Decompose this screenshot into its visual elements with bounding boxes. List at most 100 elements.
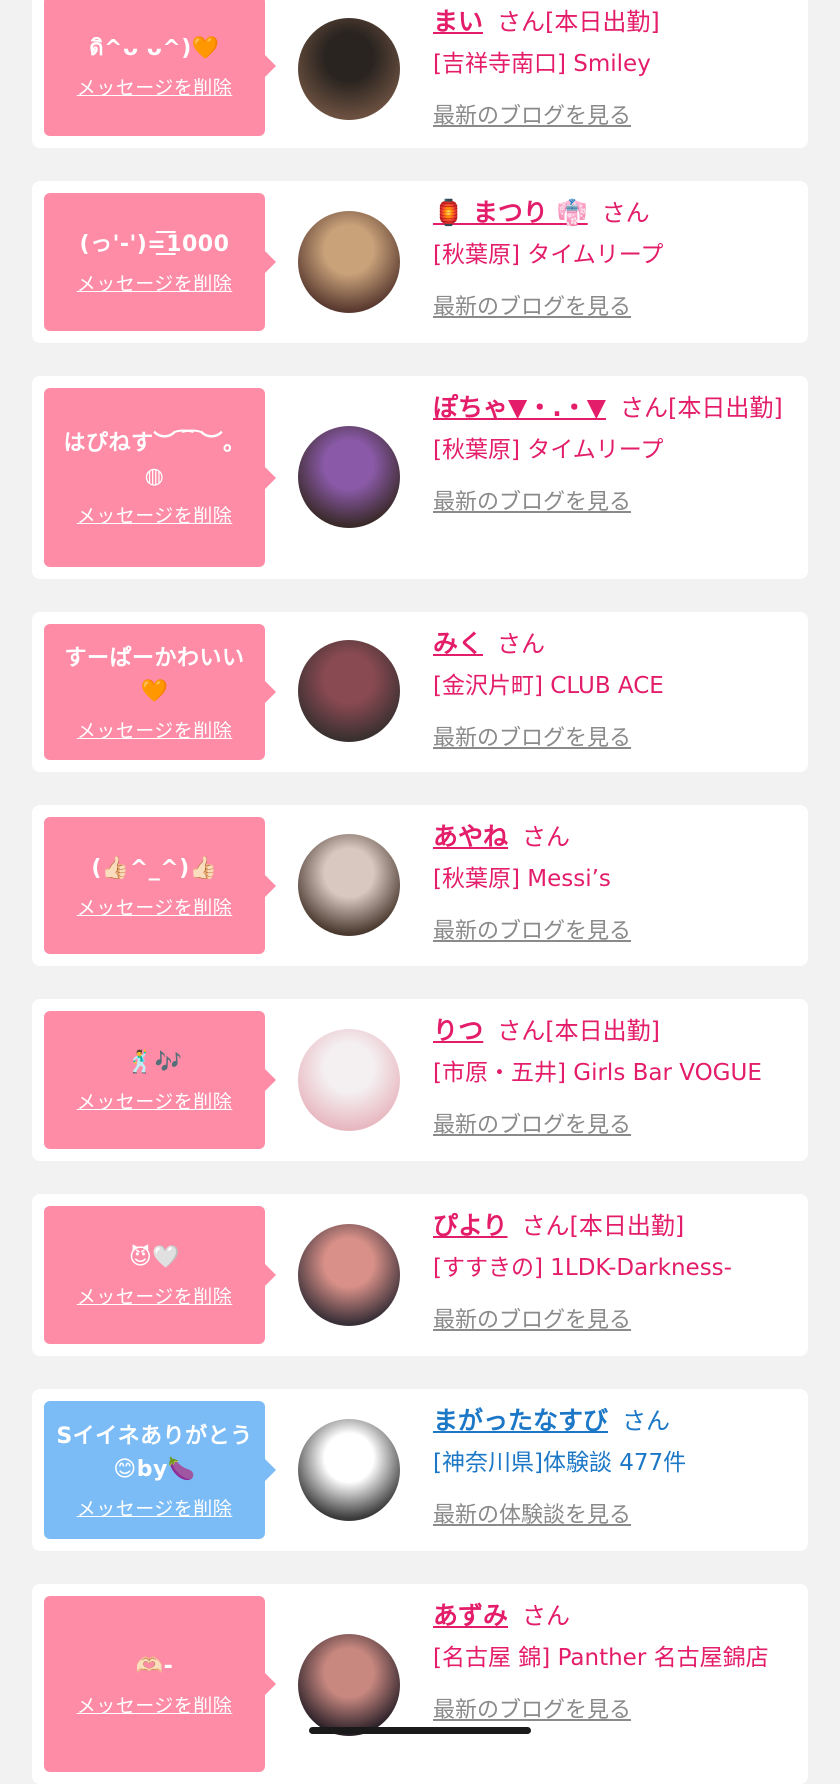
latest-blog-link[interactable]: 最新のブログを見る <box>433 484 631 516</box>
profile-name-link[interactable]: 🏮 まつり 👘 <box>433 198 588 227</box>
profile-name-link[interactable]: まがったなすび <box>433 1406 608 1435</box>
delete-message-link[interactable]: メッセージを削除 <box>77 269 233 296</box>
message-text: (っ'-')=͟͟͞͞1000 <box>79 232 230 257</box>
message-card: 😈🤍 メッセージを削除 ぴより さん[本日出勤] [すすきの] 1LDK-Darknes… <box>32 1194 808 1356</box>
shop-name: [秋葉原] Messi’s <box>433 866 611 892</box>
delete-message-link[interactable]: メッセージを削除 <box>77 73 233 100</box>
message-card: はぴねす︶ ͡ ͡ ︶。◍ メッセージを削除 ぽちゃ▼・.・▼ さん[本日出勤] [秋葉… <box>32 376 808 579</box>
name-line: 🏮 まつり 👘 さん <box>433 193 788 233</box>
latest-blog-link[interactable]: 最新のブログを見る <box>433 1302 631 1334</box>
message-text: すーぱーかわいい🧡 <box>64 645 245 704</box>
latest-blog-link[interactable]: 最新のブログを見る <box>433 720 631 752</box>
shop-name: [すすきの] 1LDK-Darkness- <box>433 1255 732 1281</box>
message-text: ดิ^ᴗ ᴗ^)🧡 <box>89 36 220 61</box>
delete-message-link[interactable]: メッセージを削除 <box>77 501 233 528</box>
message-card: 🕺🎶 メッセージを削除 りつ さん[本日出勤] [市原・五井] Girls Bar VO… <box>32 999 808 1161</box>
delete-message-link[interactable]: メッセージを削除 <box>77 1691 233 1718</box>
shop-name: [秋葉原] タイムリープ <box>433 437 664 463</box>
honorific-status: さん <box>522 823 571 851</box>
avatar[interactable] <box>298 1419 400 1521</box>
profile-info: みく さん [金沢片町] CLUB ACE 最新のブログを見る <box>433 624 788 752</box>
honorific-status: さん[本日出勤] <box>619 394 783 422</box>
shop-name: [吉祥寺南口] Smiley <box>433 51 651 77</box>
shop-name: [市原・五井] Girls Bar VOGUE <box>433 1060 762 1086</box>
message-card: (っ'-')=͟͟͞͞1000 メッセージを削除 🏮 まつり 👘 さん [秋葉原] タイ… <box>32 181 808 343</box>
avatar[interactable] <box>298 1029 400 1131</box>
message-text: 😈🤍 <box>128 1245 181 1270</box>
profile-info: あやね さん [秋葉原] Messi’s 最新のブログを見る <box>433 817 788 945</box>
message-card: すーぱーかわいい🧡 メッセージを削除 みく さん [金沢片町] CLUB ACE 最新のブ… <box>32 612 808 772</box>
profile-name-link[interactable]: りつ <box>433 1016 483 1045</box>
message-text: 🕺🎶 <box>126 1050 183 1075</box>
message-bubble: はぴねす︶ ͡ ͡ ︶。◍ メッセージを削除 <box>44 388 276 567</box>
avatar[interactable] <box>298 834 400 936</box>
name-line: まがったなすび さん <box>433 1401 788 1441</box>
message-text: Sイイネありがとう😊by🍆 <box>56 1423 253 1482</box>
delete-message-link[interactable]: メッセージを削除 <box>77 1494 233 1521</box>
name-line: りつ さん[本日出勤] <box>433 1011 788 1051</box>
name-line: まい さん[本日出勤] <box>433 2 788 42</box>
message-bubble: 🕺🎶 メッセージを削除 <box>44 1011 276 1149</box>
profile-info: あずみ さん [名古屋 錦] Panther 名古屋錦店最新のブログを見る <box>433 1596 788 1724</box>
profile-name-link[interactable]: ぽちゃ▼・.・▼ <box>433 393 606 422</box>
honorific-status: さん[本日出勤] <box>521 1212 685 1240</box>
message-bubble: (👍🏻^_^)👍🏻 メッセージを削除 <box>44 817 276 954</box>
message-bubble: (っ'-')=͟͟͞͞1000 メッセージを削除 <box>44 193 276 331</box>
honorific-status: さん <box>601 199 650 227</box>
avatar[interactable] <box>298 1634 400 1736</box>
name-line: みく さん <box>433 624 788 664</box>
name-line: あずみ さん <box>433 1596 788 1636</box>
profile-info: ぽちゃ▼・.・▼ さん[本日出勤] [秋葉原] タイムリープ最新のブログを見る <box>433 388 788 516</box>
shop-name: [秋葉原] タイムリープ <box>433 242 664 268</box>
message-bubble: 😈🤍 メッセージを削除 <box>44 1206 276 1344</box>
home-indicator <box>309 1727 531 1734</box>
message-card: ดิ^ᴗ ᴗ^)🧡 メッセージを削除 まい さん[本日出勤] [吉祥寺南口] Smile… <box>32 0 808 148</box>
profile-info: まい さん[本日出勤] [吉祥寺南口] Smiley 最新のブログを見る <box>433 2 788 130</box>
name-line: ぴより さん[本日出勤] <box>433 1206 788 1246</box>
avatar[interactable] <box>298 211 400 313</box>
message-card: Sイイネありがとう😊by🍆 メッセージを削除 まがったなすび さん [神奈川県]体験談 … <box>32 1389 808 1551</box>
profile-name-link[interactable]: あやね <box>433 822 508 851</box>
honorific-status: さん[本日出勤] <box>497 8 660 36</box>
latest-blog-link[interactable]: 最新のブログを見る <box>433 913 631 945</box>
shop-name: [名古屋 錦] Panther 名古屋錦店 <box>433 1645 769 1671</box>
delete-message-link[interactable]: メッセージを削除 <box>77 893 233 920</box>
profile-info: ぴより さん[本日出勤] [すすきの] 1LDK-Darkness- 最新のブログを見… <box>433 1206 788 1334</box>
honorific-status: さん <box>522 1602 571 1630</box>
name-line: あやね さん <box>433 817 788 857</box>
honorific-status: さん <box>497 630 546 658</box>
avatar[interactable] <box>298 1224 400 1326</box>
avatar[interactable] <box>298 640 400 742</box>
avatar[interactable] <box>298 18 400 120</box>
message-text: はぴねす︶ ͡ ͡ ︶。◍ <box>63 431 246 489</box>
profile-info: まがったなすび さん [神奈川県]体験談 477件最新の体験談を見る <box>433 1401 788 1529</box>
avatar[interactable] <box>298 426 400 528</box>
delete-message-link[interactable]: メッセージを削除 <box>77 1282 233 1309</box>
honorific-status: さん <box>622 1407 671 1435</box>
profile-name-link[interactable]: あずみ <box>433 1601 508 1630</box>
profile-info: 🏮 まつり 👘 さん [秋葉原] タイムリープ最新のブログを見る <box>433 193 788 321</box>
profile-name-link[interactable]: ぴより <box>433 1211 508 1240</box>
latest-blog-link[interactable]: 最新のブログを見る <box>433 289 631 321</box>
latest-blog-link[interactable]: 最新のブログを見る <box>433 98 631 130</box>
message-bubble: Sイイネありがとう😊by🍆 メッセージを削除 <box>44 1401 276 1539</box>
latest-blog-link[interactable]: 最新の体験談を見る <box>433 1497 631 1529</box>
message-bubble: ดิ^ᴗ ᴗ^)🧡 メッセージを削除 <box>44 0 276 136</box>
profile-name-link[interactable]: みく <box>433 629 483 658</box>
message-bubble: 🫶🏻- メッセージを削除 <box>44 1596 276 1772</box>
delete-message-link[interactable]: メッセージを削除 <box>77 1087 233 1114</box>
honorific-status: さん[本日出勤] <box>497 1017 660 1045</box>
message-text: 🫶🏻- <box>135 1654 174 1679</box>
message-card: (👍🏻^_^)👍🏻 メッセージを削除 あやね さん [秋葉原] Messi’s 最新のブロ… <box>32 805 808 966</box>
profile-name-link[interactable]: まい <box>433 7 483 36</box>
message-text: (👍🏻^_^)👍🏻 <box>91 855 218 881</box>
shop-name: [神奈川県]体験談 477件 <box>433 1450 687 1476</box>
message-card: 🫶🏻- メッセージを削除 あずみ さん [名古屋 錦] Panther 名古屋錦店最新の… <box>32 1584 808 1784</box>
shop-name: [金沢片町] CLUB ACE <box>433 673 664 699</box>
latest-blog-link[interactable]: 最新のブログを見る <box>433 1692 631 1724</box>
message-bubble: すーぱーかわいい🧡 メッセージを削除 <box>44 624 276 760</box>
latest-blog-link[interactable]: 最新のブログを見る <box>433 1107 631 1139</box>
name-line: ぽちゃ▼・.・▼ さん[本日出勤] <box>433 388 788 428</box>
delete-message-link[interactable]: メッセージを削除 <box>77 716 233 743</box>
profile-info: りつ さん[本日出勤] [市原・五井] Girls Bar VOGUE 最新のブログを… <box>433 1011 788 1139</box>
